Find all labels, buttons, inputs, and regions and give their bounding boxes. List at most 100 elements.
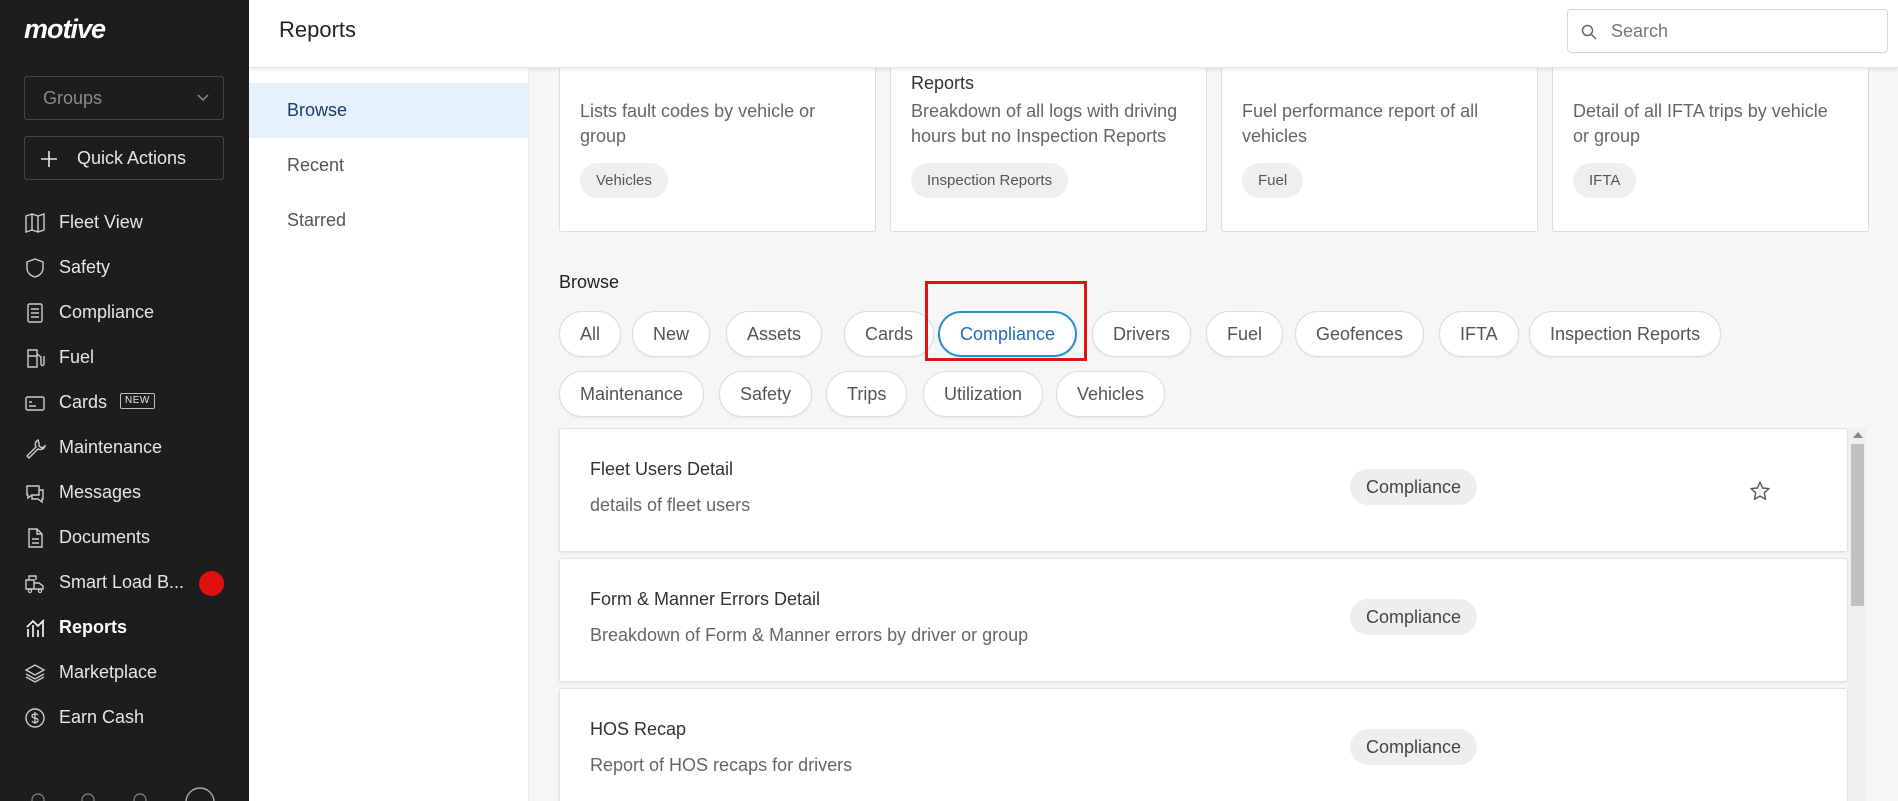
sidebar-item-label: Marketplace [59,662,158,682]
report-card-description: Breakdown of all logs with driving hours… [911,101,1178,146]
report-description: Breakdown of Form & Manner errors by dri… [590,625,1029,645]
subnav-item-recent[interactable]: Recent [249,138,528,193]
filter-chip-vehicles[interactable]: Vehicles [1056,371,1166,417]
quick-actions-button[interactable]: Quick Actions [24,136,224,180]
sidebar-item-documents[interactable]: Documents [0,515,249,560]
report-card-description: Lists fault codes by vehicle or group [580,101,816,146]
report-card-title [1573,73,1848,95]
filter-chip-inspection-reports[interactable]: Inspection Reports [1529,311,1722,357]
subnav-item-browse[interactable]: Browse [249,83,528,138]
map-icon [25,213,45,233]
report-card[interactable]: Detail of all IFTA trips by vehicle or g… [1552,68,1869,232]
filter-chip-fuel[interactable]: Fuel [1206,311,1284,357]
report-card-title [1242,73,1517,95]
report-title: Fleet Users Detail [590,459,734,479]
reports-subnav: Browse Recent Starred [249,68,529,801]
sidebar-item-safety[interactable]: Safety [0,245,249,290]
file-icon [28,528,43,548]
sidebar-item-reports[interactable]: Reports [0,605,249,650]
groups-placeholder: Groups [43,88,103,108]
dollar-circle-icon [25,708,45,728]
filter-chip-cards[interactable]: Cards [844,311,935,357]
report-card-title [580,73,855,95]
report-card-description: Detail of all IFTA trips by vehicle or g… [1573,101,1828,146]
report-card[interactable]: Fuel performance report of all vehicles … [1221,68,1538,232]
browse-heading: Browse [559,272,620,292]
report-category-tag: Compliance [1350,469,1478,505]
truck-load-icon [25,575,44,594]
page-title: Reports [279,17,357,42]
sidebar-item-label: Maintenance [59,437,163,457]
motive-logo[interactable]: motive [24,14,106,45]
report-list-scrollbar[interactable] [1849,428,1866,801]
filter-chip-utilization[interactable]: Utilization [923,371,1044,417]
sidebar-item-smart-load-board[interactable]: Smart Load B... [0,560,249,605]
report-card-tag: Vehicles [580,163,668,198]
sidebar-item-label: Compliance [59,302,155,322]
report-card[interactable]: Reports Breakdown of all logs with drivi… [890,68,1207,232]
filter-chip-maintenance[interactable]: Maintenance [559,371,705,417]
wrench-icon [26,439,46,459]
search-input[interactable] [1611,18,1871,44]
search-icon [1581,24,1597,40]
filter-chip-ifta[interactable]: IFTA [1439,311,1519,357]
filter-chip-new[interactable]: New [632,311,711,357]
sidebar-item-label: Safety [59,257,111,277]
filter-chip-safety[interactable]: Safety [719,371,813,417]
fuel-pump-icon [27,349,45,368]
sidebar-item-maintenance[interactable]: Maintenance [0,425,249,470]
scroll-up-arrow-icon[interactable] [1853,432,1863,438]
filter-chip-geofences[interactable]: Geofences [1295,311,1425,357]
chat-icon [26,485,44,504]
filter-chip-drivers[interactable]: Drivers [1092,311,1191,357]
sidebar-item-fleet-view[interactable]: Fleet View [0,200,249,245]
sidebar-bottom-icons [31,787,215,801]
sidebar-item-compliance[interactable]: Compliance [0,290,249,335]
sidebar-item-label: Fleet View [59,212,143,232]
card-icon [25,396,45,411]
notification-dot [199,571,224,596]
selection-highlight-box [925,281,1087,361]
sidebar-item-messages[interactable]: Messages [0,470,249,515]
sidebar-item-fuel[interactable]: Fuel [0,335,249,380]
sidebar-item-label: Cards [59,392,108,412]
report-card-title: Reports [911,73,975,93]
sidebar-item-label: Reports [59,617,128,637]
report-row[interactable]: HOS Recap Report of HOS recaps for drive… [559,688,1848,801]
document-list-icon [27,303,43,323]
report-card-description: Fuel performance report of all vehicles [1242,101,1479,146]
subnav-item-starred[interactable]: Starred [249,193,528,248]
report-card[interactable]: Lists fault codes by vehicle or group Ve… [559,68,876,232]
sidebar-item-label: Documents [59,527,151,547]
filter-chip-all[interactable]: All [559,311,622,357]
new-badge: NEW [120,393,155,410]
shield-icon [26,258,44,278]
scrollbar-thumb[interactable] [1851,444,1864,606]
reports-chart-icon [26,619,45,637]
sidebar-item-earn-cash[interactable]: Earn Cash [0,695,249,740]
sidebar-item-label: Smart Load B... [59,572,185,592]
report-row[interactable]: Fleet Users Detail details of fleet user… [559,428,1848,552]
layers-icon [24,664,46,683]
report-card-tag: Inspection Reports [911,163,1069,198]
report-category-tag: Compliance [1350,729,1478,765]
sidebar-item-label: Messages [59,482,142,502]
report-title: HOS Recap [590,719,687,739]
report-card-tag: Fuel [1242,163,1304,198]
filter-chip-trips[interactable]: Trips [826,371,908,417]
sidebar-item-marketplace[interactable]: Marketplace [0,650,249,695]
report-title: Form & Manner Errors Detail [590,589,821,609]
sidebar-item-label: Earn Cash [59,707,145,727]
report-row[interactable]: Form & Manner Errors Detail Breakdown of… [559,558,1848,682]
top-header: Reports [249,0,1898,68]
filter-chip-assets[interactable]: Assets [726,311,823,357]
sidebar-item-cards[interactable]: Cards NEW [0,380,249,425]
sidebar: motive Groups Quick Actions Fleet View S… [0,0,249,801]
report-description: Report of HOS recaps for drivers [590,755,853,775]
star-outline-icon[interactable] [1749,480,1771,502]
groups-dropdown[interactable]: Groups [24,76,224,120]
main-content: Lists fault codes by vehicle or group Ve… [529,68,1898,801]
search-box[interactable] [1567,9,1888,53]
chevron-down-icon [197,94,209,102]
report-description: details of fleet users [590,495,751,515]
